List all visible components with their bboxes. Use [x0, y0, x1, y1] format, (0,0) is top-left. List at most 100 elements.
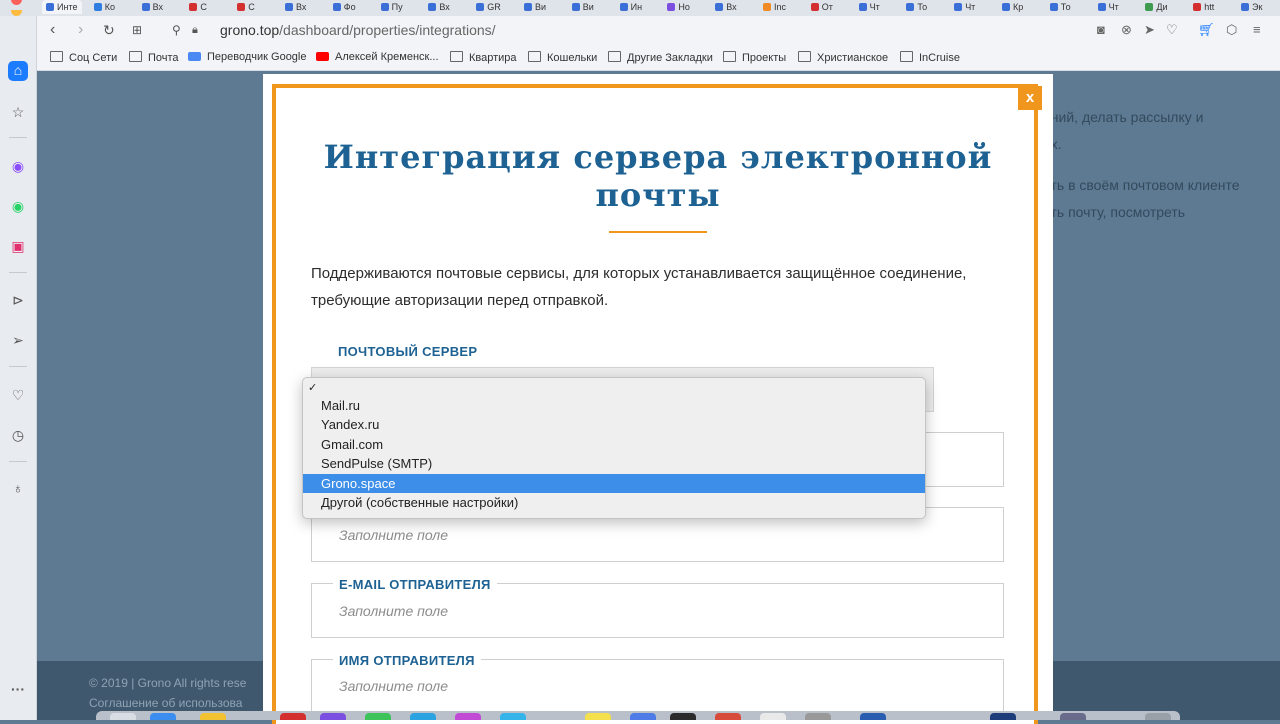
- browser-tab[interactable]: От: [807, 0, 847, 14]
- browser-tab[interactable]: Inc: [759, 0, 799, 14]
- option-gmail-com[interactable]: Gmail.com: [303, 435, 925, 454]
- bookmark-translator[interactable]: Переводчик Google: [188, 51, 307, 63]
- browser-tab[interactable]: Инте: [42, 0, 82, 14]
- tab-favicon-icon: [1193, 3, 1202, 11]
- instagram-icon[interactable]: ▣: [9, 237, 27, 255]
- player-icon[interactable]: ⊳: [9, 291, 27, 309]
- notes-icon[interactable]: [200, 713, 226, 720]
- home-icon[interactable]: ⌂: [8, 61, 28, 81]
- bookmark-incruise[interactable]: InCruise: [900, 51, 960, 64]
- tabs-grid-icon[interactable]: ⊞: [132, 21, 142, 39]
- browser-tab[interactable]: Чт: [855, 0, 895, 14]
- tab-title: Чт: [869, 2, 880, 12]
- more-icon[interactable]: ···: [9, 680, 27, 698]
- send-icon[interactable]: ➤: [1144, 22, 1155, 38]
- tab-favicon-icon: [476, 3, 485, 11]
- tab-title: Ви: [535, 2, 547, 12]
- browser-tab[interactable]: Вх: [424, 0, 464, 14]
- bookmark-drugie[interactable]: Другие Закладки: [608, 51, 713, 64]
- camera-icon[interactable]: ◙: [1097, 22, 1105, 37]
- bookmark-proekty[interactable]: Проекты: [723, 51, 786, 64]
- option-sendpulse[interactable]: SendPulse (SMTP): [303, 454, 925, 473]
- browser-tab[interactable]: Пу: [377, 0, 417, 14]
- tab-title: Инте: [57, 2, 78, 12]
- word-icon[interactable]: [860, 713, 886, 720]
- browser-tab[interactable]: С: [185, 0, 225, 14]
- finder-icon[interactable]: [110, 713, 136, 720]
- browser-tab[interactable]: То: [902, 0, 942, 14]
- favorites-heart-icon[interactable]: ♡: [9, 386, 27, 404]
- viber-icon[interactable]: [320, 713, 346, 720]
- forward-icon[interactable]: ›: [78, 21, 83, 39]
- adblock-icon[interactable]: ⊗: [1121, 22, 1132, 38]
- search-icon[interactable]: ⚲: [172, 21, 181, 39]
- stickies-icon[interactable]: [585, 713, 611, 720]
- browser-tab[interactable]: С: [233, 0, 273, 14]
- bookmark-youtube[interactable]: Алексей Кременск...: [316, 51, 439, 63]
- browser-tab[interactable]: Чт: [950, 0, 990, 14]
- bookmark-koshelki[interactable]: Кошельки: [528, 51, 597, 64]
- cube-icon[interactable]: ⬡: [1226, 22, 1237, 38]
- skype-icon[interactable]: [500, 713, 526, 720]
- browser-tab[interactable]: Ин: [616, 0, 656, 14]
- browser-tab[interactable]: Вх: [711, 0, 751, 14]
- browser-tab[interactable]: htt: [1189, 0, 1229, 14]
- flow-icon[interactable]: ➢: [9, 331, 27, 349]
- back-icon[interactable]: ‹: [50, 21, 55, 39]
- bookmark-label: Христианское: [817, 52, 889, 64]
- bookmark-kvartira[interactable]: Квартира: [450, 51, 517, 64]
- option-yandex-ru[interactable]: Yandex.ru: [303, 415, 925, 434]
- url-field[interactable]: grono.top/dashboard/properties/integrati…: [220, 22, 496, 38]
- menu-icon[interactable]: ≡: [1253, 22, 1261, 37]
- app-store-icon[interactable]: [630, 713, 656, 720]
- telegram-icon[interactable]: [410, 713, 436, 720]
- safari-icon[interactable]: [150, 713, 176, 720]
- footer-agreement-link[interactable]: Соглашение об использова: [89, 696, 242, 710]
- browser-tab[interactable]: Ко: [90, 0, 130, 14]
- app-icon[interactable]: [455, 713, 481, 720]
- browser-tab[interactable]: Вх: [138, 0, 178, 14]
- browser-tab[interactable]: Чт: [1094, 0, 1134, 14]
- option-other[interactable]: Другой (собственные настройки): [303, 493, 925, 512]
- bookmark-label: Алексей Кременск...: [335, 51, 439, 63]
- tab-favicon-icon: [858, 3, 867, 11]
- settings-icon[interactable]: [805, 713, 831, 720]
- terminal-icon[interactable]: [670, 713, 696, 720]
- history-clock-icon[interactable]: ◷: [9, 426, 27, 444]
- whatsapp-icon[interactable]: ◉: [9, 197, 27, 215]
- messenger-icon[interactable]: ◉: [9, 157, 27, 175]
- browser-tab[interactable]: Фо: [329, 0, 369, 14]
- browser-tab[interactable]: Ви: [520, 0, 560, 14]
- browser-tab[interactable]: То: [1046, 0, 1086, 14]
- star-icon[interactable]: ☆: [9, 103, 27, 121]
- chrome-icon[interactable]: [760, 713, 786, 720]
- browser-tab[interactable]: Ди: [1141, 0, 1181, 14]
- monitor-icon[interactable]: [990, 713, 1016, 720]
- pdf-icon[interactable]: [715, 713, 741, 720]
- whatsapp-dock-icon[interactable]: [365, 713, 391, 720]
- preview-icon[interactable]: [1060, 713, 1086, 720]
- trash-icon[interactable]: [1145, 713, 1171, 720]
- modal-title: Интеграция сервера электронной почты: [323, 138, 993, 214]
- reload-icon[interactable]: ↻: [103, 21, 115, 39]
- opera-icon[interactable]: [280, 713, 306, 720]
- browser-tab[interactable]: Эк: [1237, 0, 1277, 14]
- tab-favicon-icon: [763, 3, 771, 11]
- browser-tab[interactable]: Ви: [568, 0, 608, 14]
- option-mail-ru[interactable]: Mail.ru: [303, 396, 925, 415]
- tab-title: Чт: [965, 2, 976, 12]
- browser-tab[interactable]: GR: [472, 0, 512, 14]
- heart-icon[interactable]: ♡: [1166, 22, 1178, 38]
- option-grono-space[interactable]: Grono.space: [303, 474, 925, 493]
- browser-tab[interactable]: Кр: [998, 0, 1038, 14]
- close-window-dot[interactable]: [11, 0, 22, 5]
- bookmark-hristianskoe[interactable]: Христианское: [798, 51, 888, 64]
- bookmark-label: Соц Сети: [69, 52, 118, 64]
- browser-tab[interactable]: Но: [663, 0, 703, 14]
- browser-tab[interactable]: Вх: [281, 0, 321, 14]
- close-modal-button[interactable]: x: [1018, 86, 1042, 110]
- cart-icon[interactable]: 🛒︎: [1198, 22, 1215, 38]
- lightbulb-icon[interactable]: ♁: [9, 479, 27, 497]
- bookmark-pochta[interactable]: Почта: [129, 51, 179, 64]
- bookmark-soc-seti[interactable]: Соц Сети: [50, 51, 117, 64]
